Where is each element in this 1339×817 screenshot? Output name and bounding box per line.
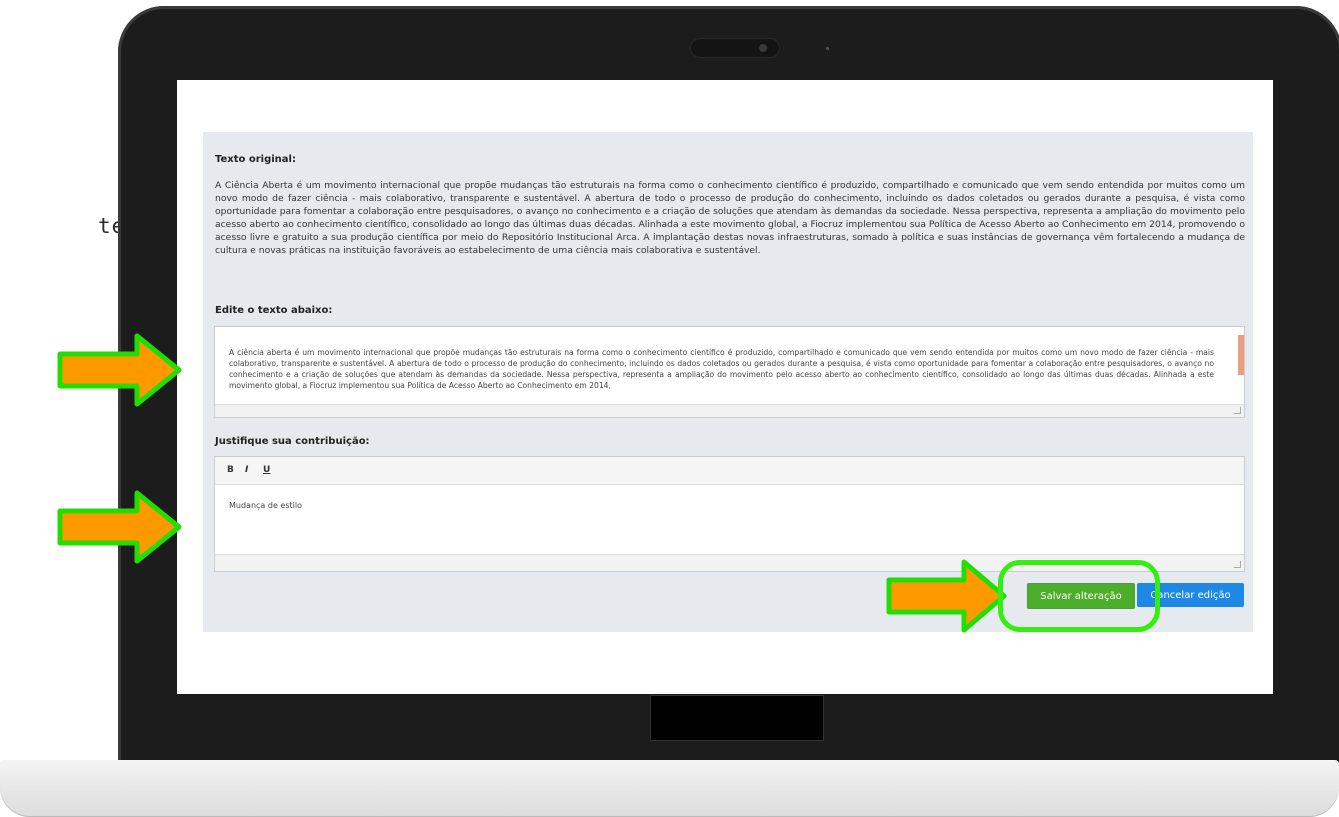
justify-editor[interactable]: B I U Mudança de estilo [214, 456, 1245, 572]
laptop-hinge [650, 695, 824, 741]
underline-button[interactable]: U [263, 465, 270, 475]
original-text: A Ciência Aberta é um movimento internac… [215, 180, 1245, 256]
arrow-right-icon [57, 333, 182, 407]
webcam-icon [759, 44, 767, 52]
original-text-label: Texto original: [215, 154, 296, 165]
italic-button[interactable]: I [245, 465, 248, 475]
justify-input[interactable]: Mudança de estilo [229, 501, 302, 510]
editor-toolbar: B I U [215, 457, 1244, 485]
highlight-ring [998, 560, 1160, 632]
edit-text-label: Edite o texto abaixo: [215, 305, 333, 316]
resize-handle-icon[interactable] [1234, 561, 1241, 568]
arrow-right-icon [886, 559, 1007, 633]
edit-textarea-content[interactable]: A ciência aberta é um movimento internac… [229, 347, 1214, 399]
scrollbar-thumb[interactable] [1238, 335, 1244, 375]
laptop-base [0, 760, 1339, 817]
edit-textarea[interactable]: A ciência aberta é um movimento internac… [214, 326, 1245, 418]
arrow-right-icon [57, 490, 182, 564]
sensor-icon [826, 47, 829, 50]
bold-button[interactable]: B [227, 465, 234, 475]
contribution-panel: Texto original: A Ciência Aberta é um mo… [203, 132, 1253, 632]
textarea-footer [215, 404, 1244, 417]
justify-label: Justifique sua contribuição: [215, 436, 370, 447]
resize-handle-icon[interactable] [1234, 407, 1241, 414]
